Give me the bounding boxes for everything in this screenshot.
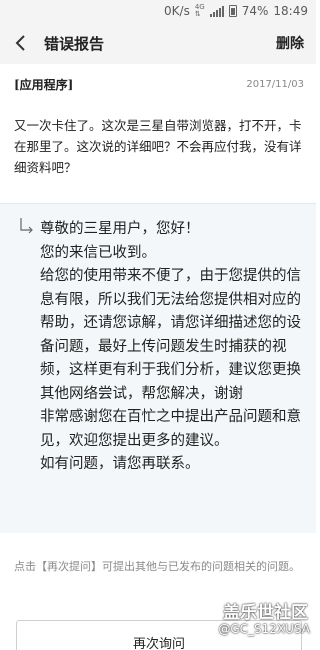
page-title: 错误报告 bbox=[44, 34, 105, 53]
data-arrows: ⇅ bbox=[194, 10, 201, 18]
reply-paragraph: 您的来信已收到。 bbox=[40, 244, 156, 261]
back-button[interactable] bbox=[0, 22, 40, 64]
reply-paragraph: 给您的使用带来不便了，由于您提供的信息有限，所以我们无法给您提供相对应的帮助，还… bbox=[40, 268, 301, 402]
reply-paragraph: 非常感谢您在百忙之中提出产品问题和意见，欢迎您提出更多的建议。 bbox=[40, 409, 301, 449]
reply-paragraph: 尊敬的三星用户，您好！ bbox=[40, 221, 200, 237]
chevron-left-icon bbox=[15, 35, 25, 51]
question-body: 又一次卡住了。这次是三星自带浏览器，打不开，卡在那里了。这次说的详细吧？不会再应… bbox=[14, 118, 302, 175]
ask-again-hint: 点击【再次提问】可提出其他与已发布的问题相关的问题。 bbox=[14, 560, 300, 573]
status-bar: 0K/s 4G ⇅ 74% 18:49 bbox=[0, 0, 316, 22]
ask-again-label: 再次询问 bbox=[132, 637, 185, 650]
reply-card: 尊敬的三星用户，您好！ 您的来信已收到。 给您的使用带来不便了，由于您提供的信息… bbox=[0, 203, 316, 533]
question-date: 2017/11/03 bbox=[246, 79, 304, 90]
app-bar: 错误报告 删除 bbox=[0, 22, 316, 64]
reply-text: 尊敬的三星用户，您好！ 您的来信已收到。 给您的使用带来不便了，由于您提供的信息… bbox=[40, 218, 308, 477]
battery-icon bbox=[228, 5, 237, 17]
question-header: [应用程序] 2017/11/03 bbox=[14, 76, 304, 93]
question-category: [应用程序] bbox=[14, 78, 74, 92]
battery-level: 74% bbox=[241, 4, 269, 18]
reply-paragraph: 如有问题，请您再联系。 bbox=[40, 456, 200, 472]
delete-button[interactable]: 删除 bbox=[276, 33, 304, 53]
reply-arrow-icon bbox=[20, 218, 33, 234]
network-type-icon: 4G ⇅ bbox=[195, 4, 205, 18]
signal-icon bbox=[209, 5, 224, 17]
clock: 18:49 bbox=[273, 4, 308, 18]
question-section: [应用程序] 2017/11/03 又一次卡住了。这次是三星自带浏览器，打不开，… bbox=[14, 76, 304, 178]
watermark-title: 盖乐世社区 bbox=[223, 603, 308, 623]
network-speed: 0K/s bbox=[164, 4, 190, 18]
watermark-user: @GC_S12XUSA bbox=[218, 622, 310, 636]
